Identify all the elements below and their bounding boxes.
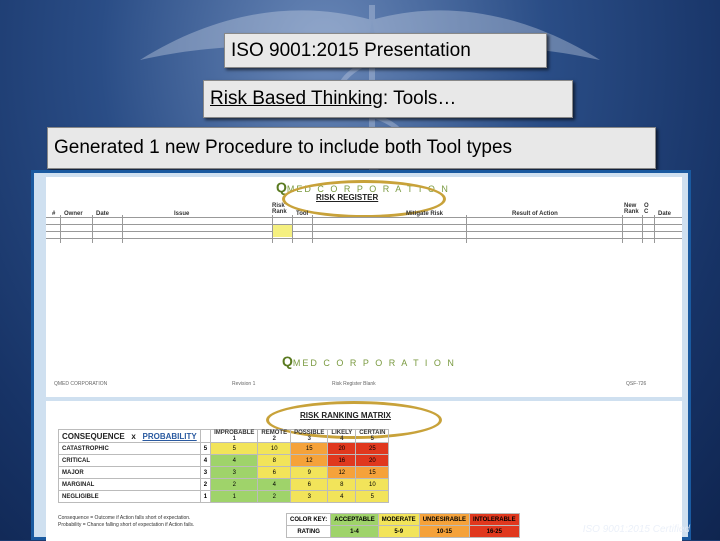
- risk-score-cell: 10: [355, 478, 390, 491]
- matrix-row: CATASTROPHIC 5 5 10 15 20 25: [58, 442, 390, 455]
- risk-score-cell: 6: [290, 478, 329, 491]
- consequence-label: MAJOR: [58, 466, 201, 479]
- consequence-rank: 2: [199, 478, 212, 491]
- consequence-label: CATASTROPHIC: [58, 442, 201, 455]
- risk-score-cell: 6: [257, 466, 292, 479]
- risk-score-cell: 3: [210, 466, 259, 479]
- risk-score-cell: 25: [355, 442, 390, 455]
- risk-score-cell: 2: [210, 478, 259, 491]
- prob-header: CERTAIN 5: [355, 429, 390, 443]
- risk-score-cell: 15: [290, 442, 329, 455]
- risk-score-cell: 8: [327, 478, 357, 491]
- key-intolerable: INTOLERABLE: [469, 513, 520, 526]
- table-row: [46, 217, 682, 218]
- matrix-header: CONSEQUENCE x PROBABILITY: [58, 429, 201, 443]
- divider: [122, 215, 123, 243]
- color-key-table: COLOR KEY: ACCEPTABLE MODERATE UNDESIRAB…: [285, 513, 520, 538]
- risk-register-doc: QMED C O R P O R A T I O N RISK REGISTER…: [46, 177, 682, 397]
- documents-frame: QMED C O R P O R A T I O N RISK REGISTER…: [31, 170, 691, 541]
- slide-caption: Generated 1 new Procedure to include bot…: [47, 127, 656, 169]
- risk-score-cell: 4: [327, 490, 357, 503]
- divider: [92, 215, 93, 243]
- key-range: 5-9: [377, 525, 420, 538]
- prob-header: LIKELY 4: [327, 429, 357, 443]
- divider: [622, 215, 623, 243]
- consequence-rank: 3: [199, 466, 212, 479]
- matrix-note: Consequence = Outcome if Action falls sh…: [58, 515, 191, 521]
- key-undesirable: UNDESIRABLE: [418, 513, 471, 526]
- divider: [466, 215, 467, 243]
- consequence-rank: 1: [199, 490, 212, 503]
- footer-company: QMED CORPORATION: [54, 381, 108, 387]
- key-range: 10-15: [418, 525, 471, 538]
- risk-score-cell: 2: [257, 490, 292, 503]
- table-row: [46, 238, 682, 239]
- table-row: [46, 231, 682, 232]
- risk-score-cell: 4: [257, 478, 292, 491]
- risk-score-cell: 8: [257, 454, 292, 467]
- prob-header: IMPROBABLE 1: [210, 429, 259, 443]
- key-acceptable: ACCEPTABLE: [330, 513, 379, 526]
- prob-header: REMOTE 2: [257, 429, 292, 443]
- risk-score-cell: 4: [210, 454, 259, 467]
- slide-title: ISO 9001:2015 Presentation: [224, 33, 547, 68]
- divider: [642, 215, 643, 243]
- key-label: COLOR KEY:: [285, 513, 332, 526]
- col-header: Risk Rank: [272, 203, 287, 215]
- footer-doc-name: Risk Register Blank: [332, 381, 376, 387]
- risk-score-cell: 1: [210, 490, 259, 503]
- qmed-logo: QMED C O R P O R A T I O N: [282, 353, 456, 369]
- rank-col: [199, 429, 212, 443]
- matrix-row: MARGINAL 2 2 4 6 8 10: [58, 478, 390, 491]
- key-rating-label: RATING: [285, 525, 332, 538]
- risk-score-cell: 5: [210, 442, 259, 455]
- subtitle-underlined: Risk Based Thinking: [210, 88, 383, 109]
- risk-score-cell: 20: [355, 454, 390, 467]
- highlighted-cell: [272, 225, 292, 237]
- risk-score-cell: 12: [327, 466, 357, 479]
- consequence-rank: 4: [199, 454, 212, 467]
- risk-score-cell: 20: [327, 442, 357, 455]
- risk-score-cell: 3: [290, 490, 329, 503]
- prob-header: POSSIBLE 3: [290, 429, 329, 443]
- col-header: New Rank: [624, 203, 639, 215]
- divider: [654, 215, 655, 243]
- consequence-label: CRITICAL: [58, 454, 201, 467]
- matrix-row: NEGLIGIBLE 1 1 2 3 4 5: [58, 490, 390, 503]
- divider: [312, 215, 313, 243]
- matrix-row: CRITICAL 4 4 8 12 16 20: [58, 454, 390, 467]
- slide-subtitle: Risk Based Thinking: Tools…: [203, 80, 573, 118]
- footer-revision: Revision 1: [232, 381, 256, 387]
- key-range: 1-4: [330, 525, 379, 538]
- consequence-label: NEGLIGIBLE: [58, 490, 201, 503]
- matrix-note: Probability = Chance falling short of ex…: [58, 522, 195, 528]
- risk-score-cell: 10: [257, 442, 292, 455]
- risk-score-cell: 15: [355, 466, 390, 479]
- matrix-row: MAJOR 3 3 6 9 12 15: [58, 466, 390, 479]
- risk-matrix-table: CONSEQUENCE x PROBABILITY IMPROBABLE 1 RE…: [58, 429, 390, 503]
- table-row: [46, 224, 682, 225]
- risk-score-cell: 9: [290, 466, 329, 479]
- risk-score-cell: 12: [290, 454, 329, 467]
- risk-ranking-matrix-doc: RISK RANKING MATRIX CONSEQUENCE x PROBAB…: [46, 401, 682, 541]
- risk-score-cell: 16: [327, 454, 357, 467]
- footer-doc-number: QSF-726: [626, 381, 647, 387]
- subtitle-rest: : Tools…: [382, 88, 457, 109]
- key-range: 16-25: [469, 525, 520, 538]
- divider: [272, 215, 273, 243]
- certified-stamp: ISO 9001:2015 Certified: [582, 524, 690, 535]
- divider: [292, 215, 293, 243]
- consequence-label: MARGINAL: [58, 478, 201, 491]
- key-moderate: MODERATE: [377, 513, 420, 526]
- risk-score-cell: 5: [355, 490, 390, 503]
- col-header: O C: [644, 203, 649, 215]
- consequence-rank: 5: [199, 442, 212, 455]
- divider: [60, 215, 61, 243]
